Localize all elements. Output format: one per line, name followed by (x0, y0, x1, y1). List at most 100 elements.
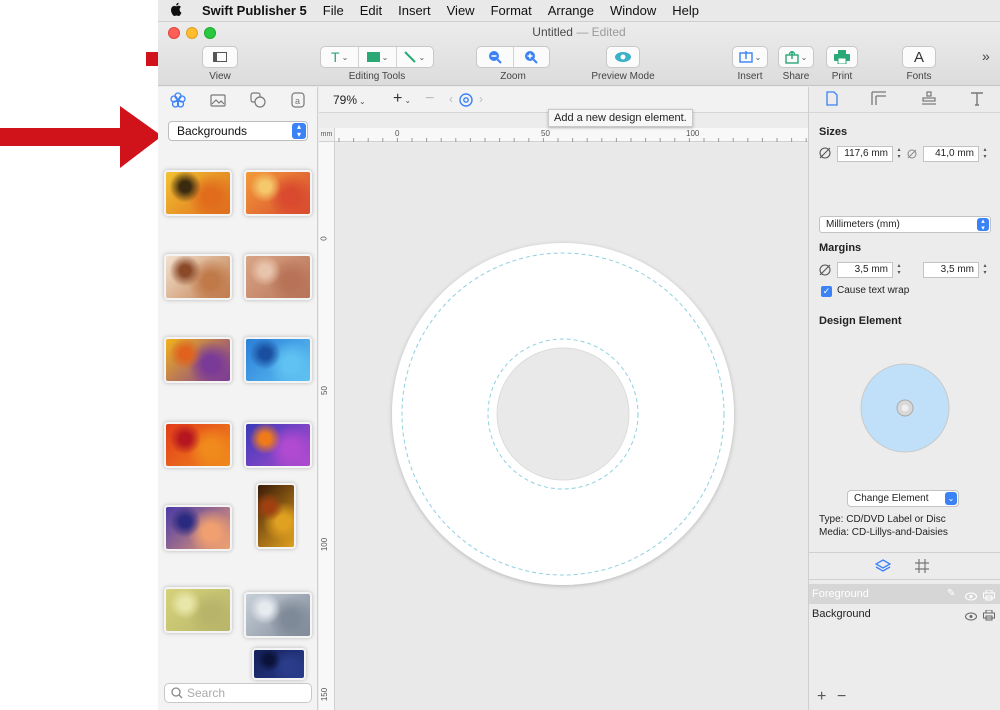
remove-layer-button[interactable]: − (837, 688, 846, 706)
background-thumbnail-purple-gold[interactable] (166, 339, 230, 381)
outer-diameter-field[interactable]: 117,6 mm (837, 146, 893, 162)
background-thumbnail-orange-streaks[interactable] (246, 172, 310, 214)
eye-icon[interactable] (965, 608, 977, 628)
menu-window[interactable]: Window (602, 3, 664, 18)
printer-icon[interactable] (983, 608, 995, 628)
share-button[interactable]: ⌄ (778, 46, 814, 68)
inner-margin-field[interactable]: 3,5 mm (923, 262, 979, 278)
cd-label[interactable] (335, 143, 808, 710)
category-popup[interactable]: Backgrounds ▴ ▾ (168, 121, 308, 141)
preview-mode-button[interactable] (606, 46, 640, 68)
line-tool-button[interactable]: ⌄ (395, 47, 433, 67)
library-search-field[interactable]: Search (164, 683, 312, 703)
stepper-icon[interactable]: ▴ ▾ (981, 147, 989, 161)
insert-button[interactable]: ⌄ (732, 46, 768, 68)
units-value: Millimeters (mm) (826, 219, 900, 230)
layers-icon[interactable] (874, 559, 892, 576)
view-label: View (209, 71, 231, 82)
text-wrap-checkbox[interactable]: ✓ (821, 286, 832, 297)
diameter-icon (819, 147, 831, 162)
stepper-icon[interactable]: ▴ ▾ (895, 147, 903, 161)
menu-format[interactable]: Format (483, 3, 540, 18)
inspector-tabs (809, 87, 1000, 113)
text-tool-icon: T (331, 49, 340, 65)
stepper-icon[interactable]: ▴ ▾ (981, 263, 989, 277)
arrange-icon[interactable] (921, 90, 937, 109)
units-popup[interactable]: Millimeters (mm) ▴ ▾ (819, 216, 991, 233)
stepper-icon[interactable]: ▴ ▾ (895, 263, 903, 277)
chevron-down-icon: ⌄ (754, 52, 762, 62)
background-thumbnail-navy-night[interactable] (254, 650, 304, 678)
background-thumbnail-grey-swirl[interactable] (246, 594, 310, 636)
menu-app-name[interactable]: Swift Publisher 5 (194, 3, 315, 18)
layer-foreground[interactable]: Foreground ✎ (809, 584, 1000, 604)
background-thumbnail-olive-paper[interactable] (166, 589, 230, 631)
insert-icon (738, 51, 753, 63)
v-tick-label: 150 (320, 687, 330, 702)
previous-page-button[interactable]: ‹ (449, 92, 453, 106)
popup-stepper-icon: ▴ ▾ (977, 218, 989, 232)
print-label: Print (831, 71, 853, 82)
flower-icon[interactable] (168, 90, 188, 110)
background-thumbnail-purple-flowers[interactable] (166, 507, 230, 549)
zoom-in-button[interactable] (512, 47, 549, 67)
canvas-toolbar: 79% ⌄ + ⌄ − ‹ › Add a new design element. (319, 87, 808, 127)
background-thumbnail-copper-texture[interactable] (246, 256, 310, 298)
add-element-button[interactable]: + ⌄ (393, 90, 411, 108)
shape-tool-button[interactable]: ⌄ (358, 47, 395, 67)
menu-help[interactable]: Help (664, 3, 707, 18)
image-icon[interactable] (208, 90, 228, 110)
toolbar-overflow-button[interactable]: » (982, 48, 990, 64)
window-title: Untitled — Edited (158, 25, 1000, 39)
text-format-icon[interactable] (970, 91, 984, 109)
apple-menu-icon[interactable] (158, 2, 194, 19)
document-canvas[interactable] (335, 143, 808, 710)
background-thumbnail-blue-purple-orange[interactable] (246, 424, 310, 466)
view-button[interactable] (202, 46, 238, 68)
menu-insert[interactable]: Insert (390, 3, 439, 18)
inner-diameter-field[interactable]: 41,0 mm (923, 146, 979, 162)
grid-icon[interactable] (915, 559, 929, 576)
background-thumbnail-yellow-grunge[interactable] (166, 172, 230, 214)
fonts-button[interactable]: A (902, 46, 936, 68)
change-element-popup[interactable]: Change Element ⌄ (847, 490, 959, 507)
background-thumbnail-brown-dots[interactable] (166, 256, 230, 298)
menu-view[interactable]: View (439, 3, 483, 18)
zoom-group (476, 46, 550, 68)
text-tool-button[interactable]: T ⌄ (321, 47, 358, 67)
document-icon[interactable] (826, 90, 838, 109)
menu-file[interactable]: File (315, 3, 352, 18)
zoom-popup[interactable]: 79% ⌄ (333, 93, 366, 107)
background-thumbnail-red-orange[interactable] (166, 424, 230, 466)
pencil-icon[interactable]: ✎ (947, 584, 955, 604)
chevron-down-icon: ⌄ (341, 52, 349, 62)
outer-margin-field[interactable]: 3,5 mm (837, 262, 893, 278)
menu-edit[interactable]: Edit (352, 3, 390, 18)
next-page-button[interactable]: › (479, 92, 483, 106)
menu-arrange[interactable]: Arrange (540, 3, 602, 18)
zoom-out-icon (488, 51, 502, 64)
text-styles-icon[interactable]: a (288, 90, 308, 110)
margin-icon (819, 264, 831, 279)
annotation-arrow-left (0, 106, 162, 168)
preview-mode-label: Preview Mode (591, 71, 655, 82)
tooltip: Add a new design element. (548, 109, 693, 127)
shapes-icon[interactable] (248, 90, 268, 110)
remove-element-button[interactable]: − (425, 90, 434, 108)
zoom-out-button[interactable] (477, 47, 513, 67)
design-element-button[interactable] (459, 93, 473, 110)
chevron-down-icon: ⌄ (418, 52, 426, 62)
add-layer-button[interactable]: + (817, 688, 826, 706)
line-icon (404, 51, 417, 63)
background-thumbnail-blue-watercolor[interactable] (246, 339, 310, 381)
chevron-down-icon: ⌄ (404, 96, 412, 105)
print-button[interactable] (826, 46, 858, 68)
category-label: Backgrounds (177, 124, 248, 138)
h-tick-label: 0 (395, 129, 400, 138)
layout-icon[interactable] (871, 90, 887, 109)
text-wrap-label: Cause text wrap (837, 285, 910, 296)
editing-tools-group: T ⌄ ⌄ ⌄ (320, 46, 434, 68)
sizes-heading: Sizes (819, 126, 848, 138)
layer-background[interactable]: Background (809, 604, 1000, 624)
background-thumbnail-dark-forest[interactable] (258, 485, 294, 547)
